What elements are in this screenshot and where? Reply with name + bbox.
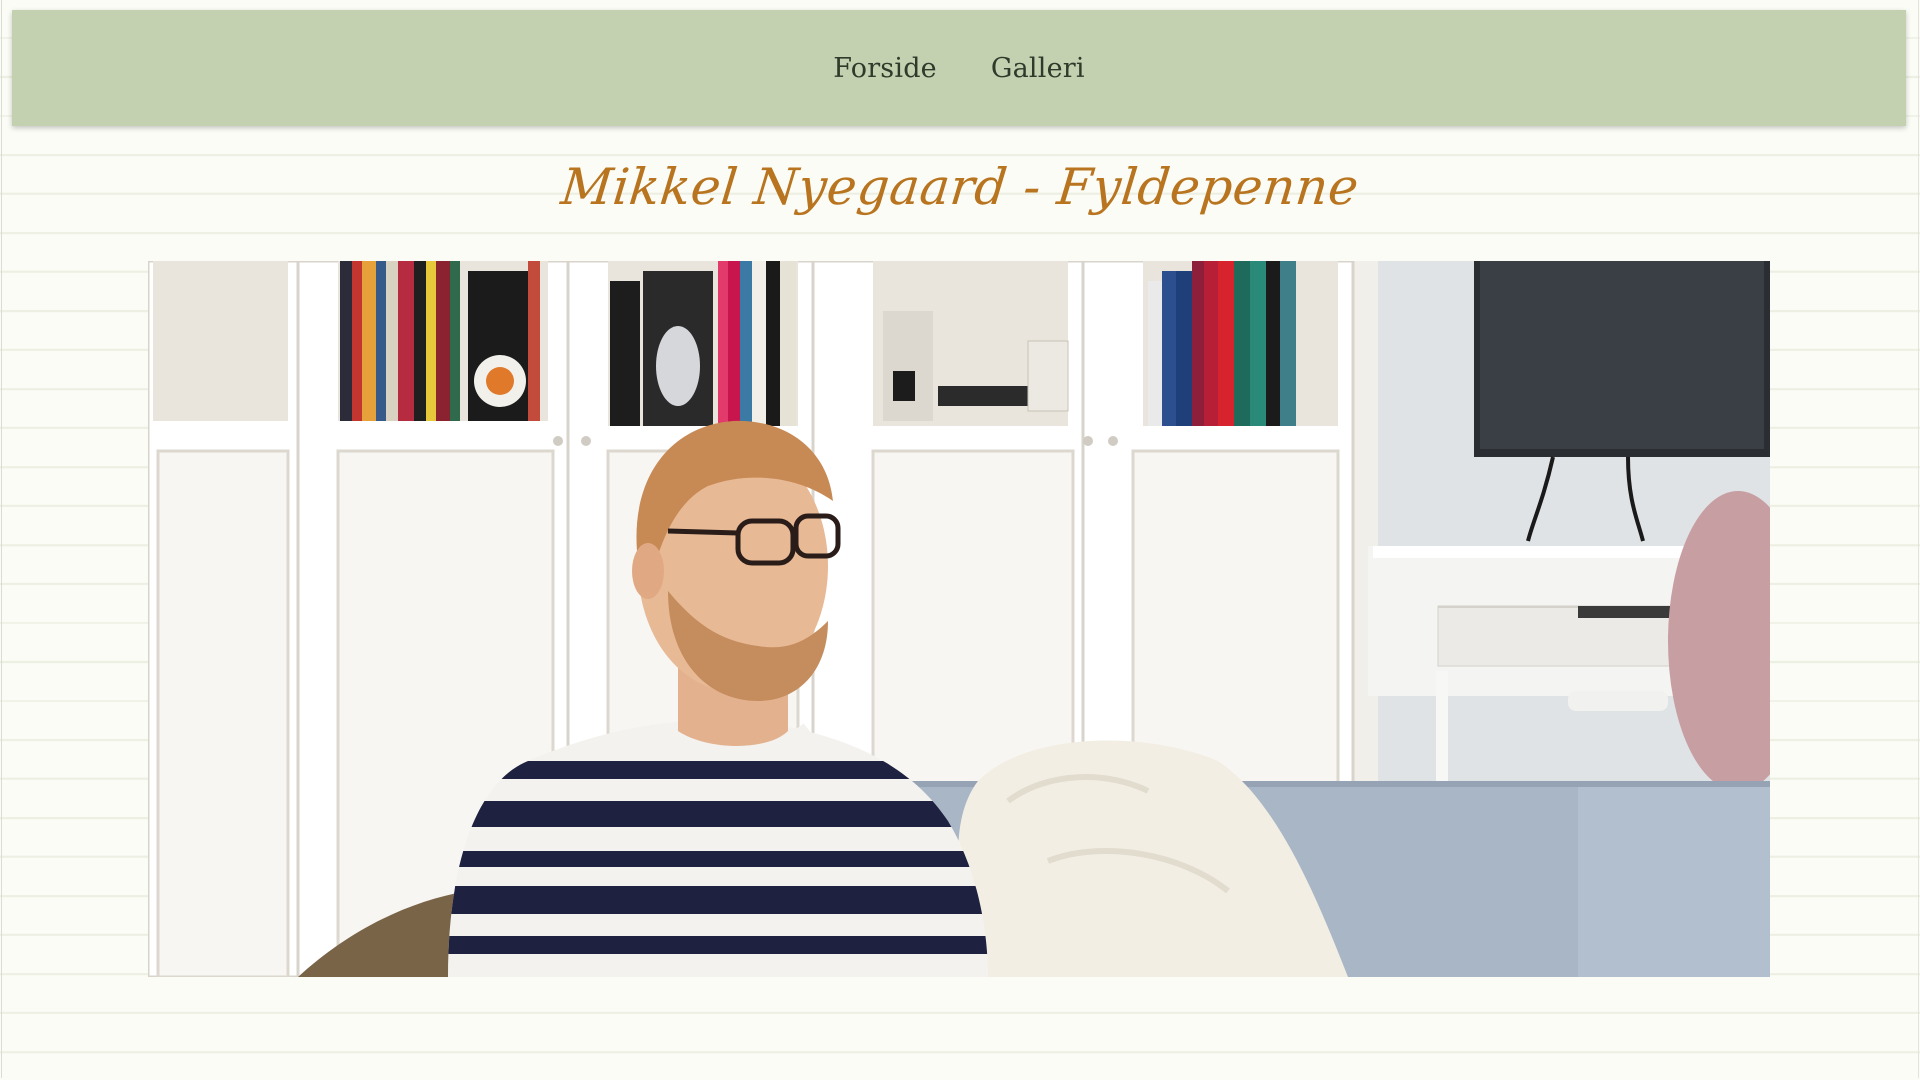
top-navbar: Forside Galleri	[12, 10, 1906, 126]
nav-link-galleri[interactable]: Galleri	[991, 47, 1085, 90]
hero-photo	[148, 261, 1770, 977]
nav-link-forside[interactable]: Forside	[833, 47, 937, 90]
page-title: Mikkel Nyegaard - Fyldepenne	[558, 158, 1362, 216]
portrait-photo-illustration	[148, 261, 1770, 977]
